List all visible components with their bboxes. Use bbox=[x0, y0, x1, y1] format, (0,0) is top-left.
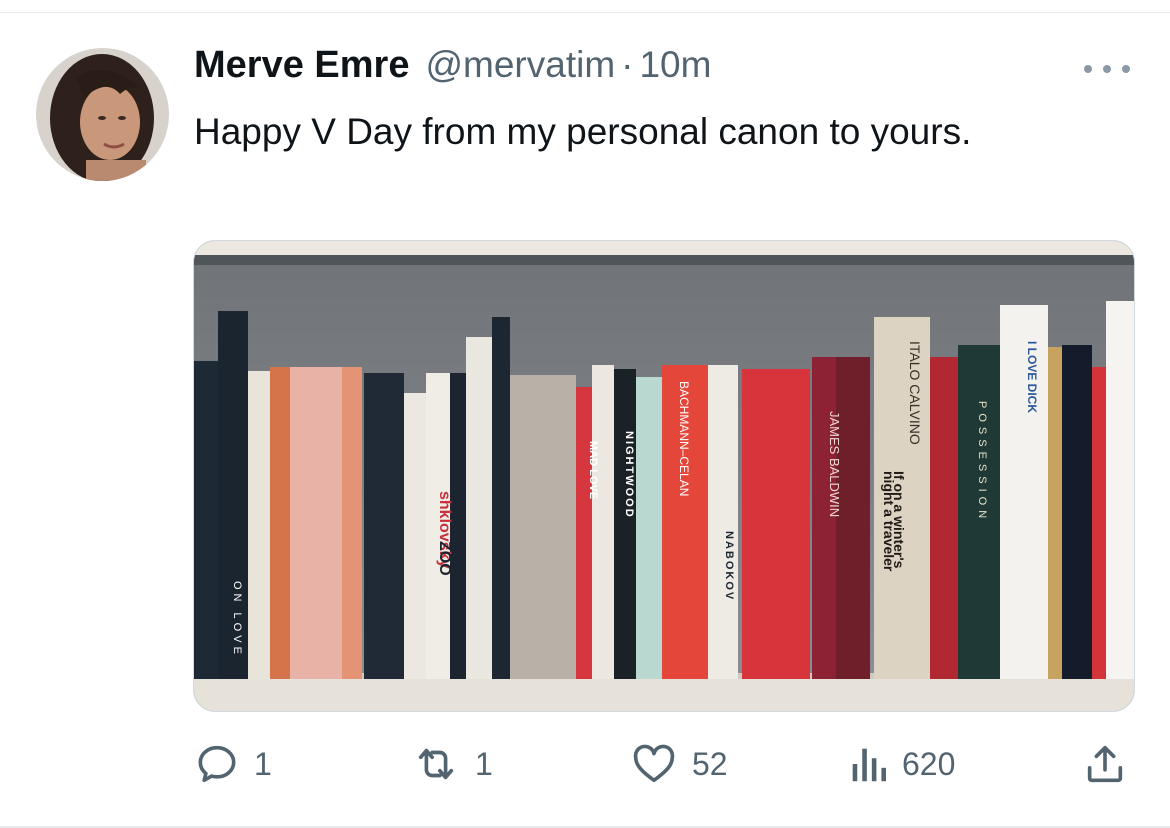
action-bar: 1 1 52 620 bbox=[0, 736, 1170, 792]
more-dot bbox=[1103, 65, 1111, 73]
heart-icon bbox=[633, 744, 675, 783]
svg-text:NIGHTWOOD: NIGHTWOOD bbox=[623, 431, 635, 519]
svg-text:ZOO: ZOO bbox=[436, 541, 453, 576]
view-count: 620 bbox=[902, 745, 956, 782]
avatar-photo bbox=[36, 48, 169, 181]
svg-text:ITALO CALVINO: ITALO CALVINO bbox=[907, 341, 923, 445]
user-handle[interactable]: @mervatim bbox=[425, 44, 615, 86]
top-divider bbox=[0, 12, 1170, 13]
share-upload-icon bbox=[1087, 745, 1123, 783]
svg-text:ON LOVE: ON LOVE bbox=[231, 581, 243, 658]
display-name[interactable]: Merve Emre bbox=[194, 44, 409, 87]
tweet-image-bookshelf[interactable]: ON LOVE shklovsky ZOO NIGHTWOOD BACHMANN… bbox=[193, 240, 1135, 712]
reply-bubble-icon bbox=[198, 745, 236, 783]
more-dot bbox=[1122, 65, 1130, 73]
like-count: 52 bbox=[692, 745, 728, 782]
timestamp[interactable]: 10m bbox=[639, 44, 711, 86]
svg-text:NABOKOV: NABOKOV bbox=[723, 531, 735, 601]
tweet-header: Merve Emre @mervatim · 10m bbox=[194, 44, 711, 94]
tweet-text: Happy V Day from my personal canon to yo… bbox=[194, 111, 972, 152]
retweet-button[interactable]: 1 bbox=[411, 736, 493, 792]
avatar[interactable] bbox=[36, 48, 169, 181]
retweet-count: 1 bbox=[475, 745, 493, 782]
like-button[interactable]: 52 bbox=[630, 736, 728, 792]
bookshelf-photo: ON LOVE shklovsky ZOO NIGHTWOOD BACHMANN… bbox=[194, 241, 1134, 711]
svg-text:night a traveler: night a traveler bbox=[881, 471, 897, 572]
more-dot bbox=[1084, 65, 1092, 73]
more-icon[interactable] bbox=[1084, 56, 1130, 82]
svg-text:BACHMANN–CELAN: BACHMANN–CELAN bbox=[677, 381, 691, 496]
reply-button[interactable]: 1 bbox=[194, 736, 272, 792]
views-bar-chart-icon bbox=[852, 748, 887, 782]
reply-count: 1 bbox=[254, 745, 272, 782]
svg-text:MAD LOVE: MAD LOVE bbox=[587, 441, 599, 499]
views-button[interactable]: 620 bbox=[848, 736, 955, 792]
retweet-icon bbox=[418, 748, 454, 780]
svg-text:POSSESSION: POSSESSION bbox=[976, 401, 988, 523]
share-button[interactable] bbox=[1082, 736, 1128, 792]
svg-text:JAMES BALDWIN: JAMES BALDWIN bbox=[827, 411, 842, 517]
meta-separator: · bbox=[621, 44, 634, 85]
svg-text:I LOVE DICK: I LOVE DICK bbox=[1025, 341, 1039, 413]
